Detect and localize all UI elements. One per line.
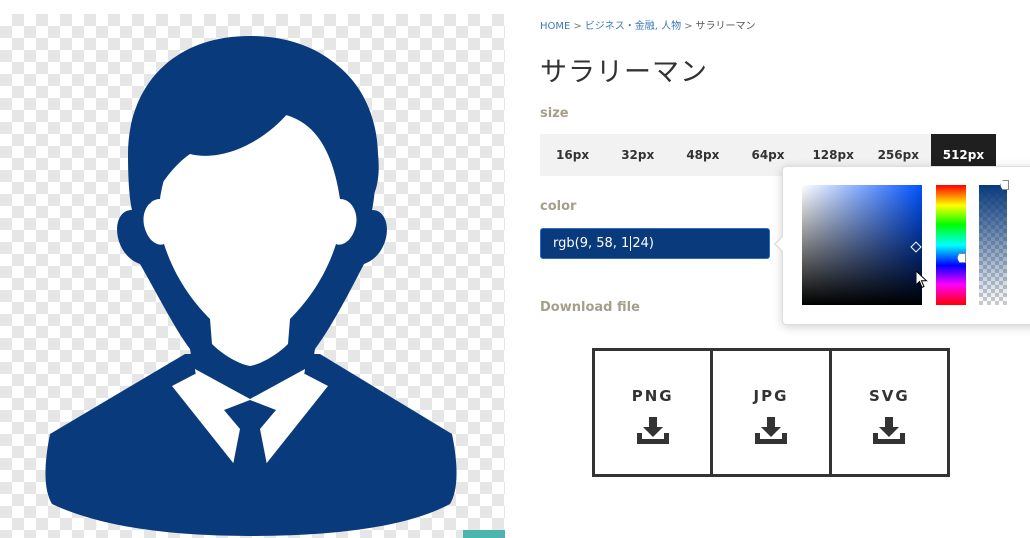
- saturation-value-area[interactable]: [802, 185, 922, 305]
- icon-preview: [0, 14, 505, 538]
- download-png-button[interactable]: PNG: [595, 351, 714, 474]
- businessman-icon: [45, 36, 457, 536]
- breadcrumb-category[interactable]: ビジネス・金融, 人物: [585, 21, 681, 32]
- download-icon: [873, 417, 906, 444]
- breadcrumb-separator: >: [684, 21, 693, 32]
- color-label: color: [540, 199, 577, 214]
- scroll-indicator: [463, 530, 505, 538]
- breadcrumb-current: サラリーマン: [695, 21, 756, 32]
- color-picker-popup: [774, 166, 1030, 325]
- download-buttons: PNG JPG SVG: [592, 348, 950, 477]
- saturation-value-marker[interactable]: [910, 241, 922, 253]
- download-svg-button[interactable]: SVG: [832, 351, 947, 474]
- size-option-48[interactable]: 48px: [670, 134, 735, 176]
- hue-slider[interactable]: [936, 185, 966, 305]
- color-input[interactable]: rgb(9, 58, 1 24): [540, 228, 770, 259]
- download-jpg-label: JPG: [753, 387, 789, 405]
- color-value-start: rgb(9, 58, 1: [553, 236, 630, 251]
- color-value-end: 24): [632, 236, 654, 251]
- mouse-pointer-icon: [916, 271, 928, 289]
- download-icon: [754, 417, 787, 444]
- page-title: サラリーマン: [540, 57, 708, 88]
- size-label: size: [540, 106, 569, 121]
- size-option-32[interactable]: 32px: [605, 134, 670, 176]
- download-png-label: PNG: [631, 387, 674, 405]
- download-svg-label: SVG: [868, 387, 910, 405]
- download-icon: [636, 417, 669, 444]
- alpha-slider[interactable]: [979, 185, 1007, 305]
- breadcrumb-home[interactable]: HOME: [540, 21, 570, 32]
- size-option-16[interactable]: 16px: [540, 134, 605, 176]
- breadcrumb-separator: >: [573, 21, 582, 32]
- download-label: Download file: [540, 300, 640, 315]
- download-jpg-button[interactable]: JPG: [713, 351, 832, 474]
- breadcrumb: HOME > ビジネス・金融, 人物 > サラリーマン: [540, 17, 755, 32]
- popup-arrow: [774, 235, 784, 253]
